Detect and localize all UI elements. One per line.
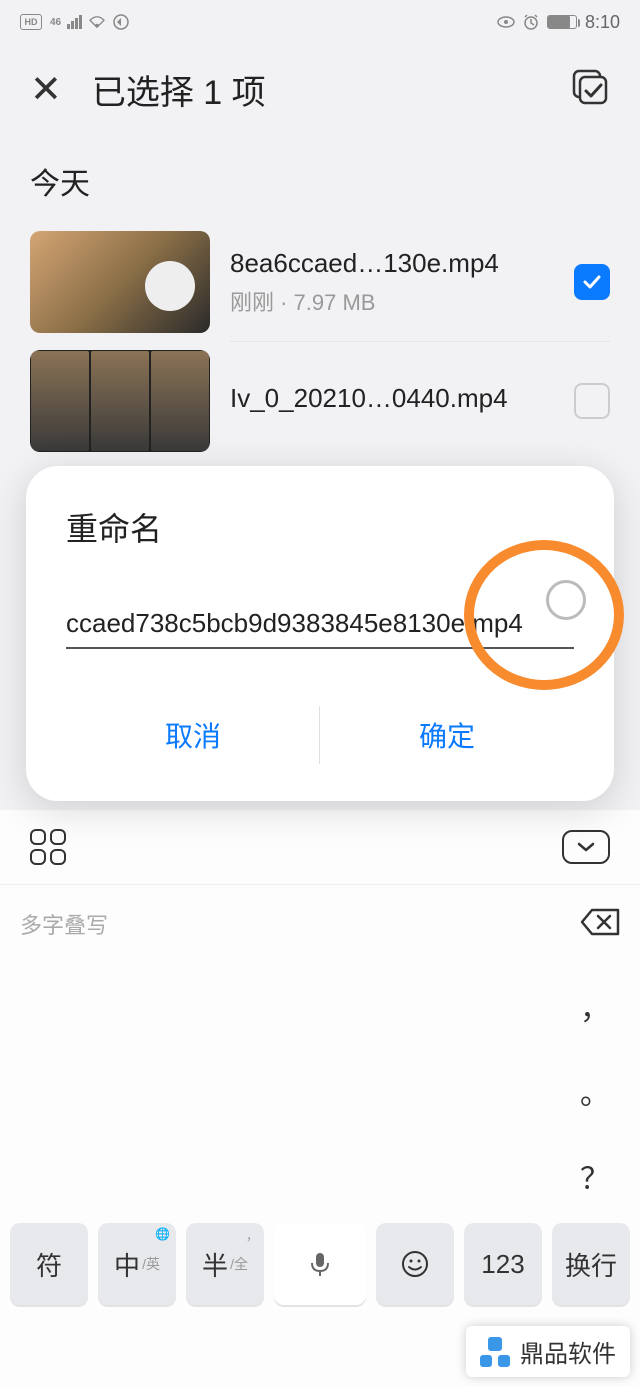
selection-header: ✕ 已选择 1 项 [0, 44, 640, 134]
enter-key[interactable]: 换行 [552, 1223, 630, 1305]
file-name: Iv_0_20210…0440.mp4 [230, 383, 554, 414]
mic-icon [305, 1249, 335, 1279]
rename-input[interactable] [66, 600, 574, 649]
status-bar: HD 46 8:10 [0, 0, 640, 44]
video-thumbnail [30, 350, 210, 452]
halfwidth-key[interactable]: ， 半/全 [186, 1223, 264, 1305]
dialog-title: 重命名 [66, 504, 574, 550]
page-title: 已选择 1 项 [92, 65, 266, 114]
backspace-icon[interactable] [580, 908, 620, 941]
file-row[interactable]: 8ea6ccaed…130e.mp4 刚刚 · 7.97 MB [0, 223, 640, 341]
hd-icon: HD [20, 14, 42, 30]
space-key[interactable] [274, 1223, 366, 1305]
eye-icon [497, 15, 515, 29]
signal-icon [67, 15, 82, 29]
punct-key[interactable]: ， [550, 963, 640, 1048]
close-icon[interactable]: ✕ [30, 67, 62, 112]
watermark-text: 鼎品软件 [520, 1334, 616, 1369]
video-thumbnail [30, 231, 210, 333]
file-row[interactable]: Iv_0_20210…0440.mp4 [0, 342, 640, 460]
watermark-logo-icon [480, 1337, 510, 1367]
cancel-button[interactable]: 取消 [66, 699, 320, 771]
rename-dialog: 重命名 取消 确定 [26, 466, 614, 801]
checkbox-checked[interactable] [574, 264, 610, 300]
battery-icon [547, 15, 577, 29]
watermark: 鼎品软件 [466, 1326, 630, 1377]
sync-icon [112, 13, 130, 31]
alarm-icon [523, 14, 539, 30]
text-cursor-handle[interactable] [546, 580, 586, 620]
keyboard-collapse-icon[interactable] [562, 830, 610, 864]
checkbox-unchecked[interactable] [574, 383, 610, 419]
clock-text: 8:10 [585, 12, 620, 33]
file-meta: 刚刚 · 7.97 MB [230, 285, 554, 317]
file-name: 8ea6ccaed…130e.mp4 [230, 248, 554, 279]
emoji-key[interactable] [376, 1223, 454, 1305]
number-key[interactable]: 123 [464, 1223, 542, 1305]
select-all-button[interactable] [570, 67, 610, 112]
globe-icon: 🌐 [155, 1227, 170, 1241]
ime-keyboard: 多字叠写 ， 。 ？ ！ 符 🌐 中/英 ， 半/全 123 换行 [0, 810, 640, 1387]
keyboard-menu-icon[interactable] [30, 829, 66, 865]
symbol-key[interactable]: 符 [10, 1223, 88, 1305]
confirm-button[interactable]: 确定 [320, 699, 574, 771]
language-key[interactable]: 🌐 中/英 [98, 1223, 176, 1305]
section-today: 今天 [0, 134, 640, 223]
punct-key[interactable]: ？ [550, 1133, 640, 1218]
punct-key[interactable]: 。 [550, 1048, 640, 1133]
handwriting-hint: 多字叠写 [20, 908, 108, 940]
wifi-icon [88, 15, 106, 29]
